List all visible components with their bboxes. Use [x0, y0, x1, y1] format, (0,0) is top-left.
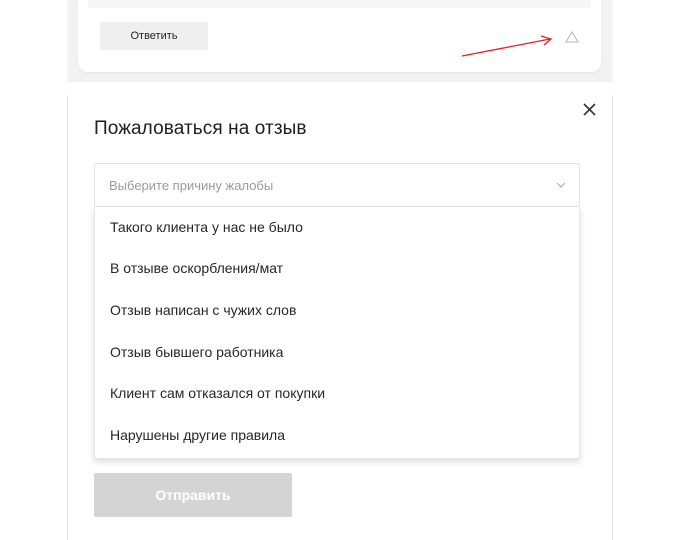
- reason-option-hearsay[interactable]: Отзыв написан с чужих слов: [95, 290, 579, 331]
- reason-select-placeholder: Выберите причину жалобы: [109, 178, 274, 193]
- annotation-arrow-icon: [461, 35, 553, 57]
- review-text-area: [88, 0, 591, 8]
- reason-option-former-employee[interactable]: Отзыв бывшего работника: [95, 332, 579, 373]
- page: Ответить Пожаловаться на отзыв Выберите …: [0, 0, 680, 540]
- modal-title: Пожаловаться на отзыв: [94, 118, 307, 139]
- chevron-down-icon: [556, 182, 566, 188]
- reason-select[interactable]: Выберите причину жалобы: [94, 163, 580, 207]
- reason-option-insults[interactable]: В отзыве оскорбления/мат: [95, 248, 579, 289]
- reason-option-no-such-client[interactable]: Такого клиента у нас не было: [95, 207, 579, 248]
- warning-triangle-icon[interactable]: [565, 31, 579, 43]
- reason-dropdown-list: Такого клиента у нас не было В отзыве ос…: [94, 207, 580, 459]
- reason-option-client-refused[interactable]: Клиент сам отказался от покупки: [95, 373, 579, 414]
- reply-button[interactable]: Ответить: [100, 22, 208, 50]
- submit-button[interactable]: Отправить: [94, 473, 292, 517]
- reason-option-other-rules[interactable]: Нарушены другие правила: [95, 415, 579, 456]
- close-icon[interactable]: [580, 100, 600, 120]
